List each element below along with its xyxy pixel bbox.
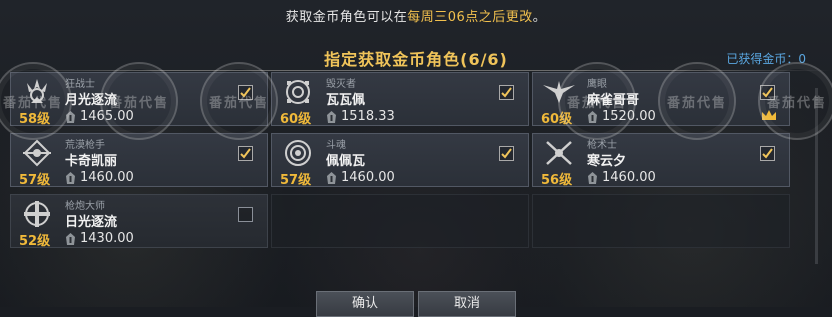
- character-name: 卡奇凯丽: [65, 154, 118, 169]
- character-class: 鹰眼: [587, 79, 607, 90]
- character-card-3[interactable]: 57级 荒漠枪手 卡奇凯丽 1460.00: [10, 133, 268, 188]
- character-level: 52级: [19, 234, 51, 249]
- character-gold: 1518.33: [326, 109, 395, 124]
- character-class: 荒漠枪手: [65, 140, 105, 151]
- soul-fist-emblem-icon: [280, 138, 316, 168]
- dialog-title: 指定获取金币角色(6/6): [324, 50, 508, 69]
- character-gold: 1460.00: [326, 170, 395, 185]
- character-class: 狂战士: [65, 79, 95, 90]
- character-checkbox[interactable]: [760, 146, 775, 161]
- checkmark-icon: [762, 148, 773, 159]
- gold-obtained-label: 已获得金币：: [726, 52, 799, 66]
- gold-value: 1430.00: [80, 231, 134, 246]
- berserker-emblem-icon: [19, 77, 55, 107]
- gold-value: 1520.00: [602, 109, 656, 124]
- notice-highlight: 每周三06点之后更改: [407, 10, 533, 25]
- gold-helmet-icon: [327, 171, 336, 184]
- character-name: 月光逐流: [65, 93, 118, 108]
- character-name: 寒云夕: [587, 154, 627, 169]
- character-class: 枪炮大师: [65, 201, 105, 212]
- empty-slot: [532, 194, 790, 248]
- character-card-1[interactable]: 60级 毁灭者 瓦瓦佩 1518.33: [271, 72, 529, 127]
- gold-helmet-icon: [66, 232, 75, 245]
- gold-value: 1518.33: [341, 109, 395, 124]
- gold-helmet-icon: [66, 110, 75, 123]
- character-gold: 1460.00: [65, 170, 134, 185]
- hawkeye-emblem-icon: [541, 77, 577, 107]
- character-gold: 1460.00: [587, 170, 656, 185]
- checkmark-icon: [240, 148, 251, 159]
- character-level: 57级: [280, 173, 312, 188]
- character-level: 57级: [19, 173, 51, 188]
- gold-helmet-icon: [327, 110, 336, 123]
- character-name: 瓦瓦佩: [326, 93, 366, 108]
- empty-slot: [271, 194, 529, 248]
- character-name: 麻雀哥哥: [587, 93, 640, 108]
- lancer-emblem-icon: [541, 138, 577, 168]
- character-name: 佩佩瓦: [326, 154, 366, 169]
- character-name: 日光逐流: [65, 215, 118, 230]
- character-gold: 1520.00: [587, 109, 656, 124]
- character-checkbox[interactable]: [238, 207, 253, 222]
- list-scrollbar[interactable]: [815, 88, 818, 264]
- character-checkbox[interactable]: [499, 146, 514, 161]
- confirm-button[interactable]: 确认: [316, 291, 414, 317]
- checkmark-icon: [501, 148, 512, 159]
- character-gold: 1430.00: [65, 231, 134, 246]
- character-card-6[interactable]: 52级 枪炮大师 日光逐流 1430.00: [10, 194, 268, 249]
- checkmark-icon: [501, 87, 512, 98]
- gold-helmet-icon: [588, 110, 597, 123]
- crown-icon: [762, 110, 776, 120]
- gunslinger-emblem-icon: [19, 138, 55, 168]
- gold-value: 1460.00: [80, 170, 134, 185]
- cancel-button[interactable]: 取消: [418, 291, 516, 317]
- character-checkbox[interactable]: [238, 85, 253, 100]
- gold-obtained: 已获得金币：0: [726, 50, 806, 67]
- character-level: 58级: [19, 112, 51, 127]
- gold-obtained-value: 0: [798, 52, 806, 66]
- character-card-4[interactable]: 57级 斗魂 佩佩瓦 1460.00: [271, 133, 529, 188]
- notice-prefix: 获取金币角色可以在: [285, 10, 408, 25]
- title-divider: [0, 70, 832, 71]
- gold-value: 1465.00: [80, 109, 134, 124]
- character-level: 56级: [541, 173, 573, 188]
- character-card-0[interactable]: 58级 狂战士 月光逐流 1465.00: [10, 72, 268, 127]
- character-checkbox[interactable]: [499, 85, 514, 100]
- checkmark-icon: [762, 87, 773, 98]
- character-class: 毁灭者: [326, 79, 356, 90]
- character-class: 枪术士: [587, 140, 617, 151]
- change-notice: 获取金币角色可以在每周三06点之后更改。: [0, 6, 832, 25]
- notice-suffix: 。: [532, 10, 547, 25]
- character-card-2[interactable]: 60级 鹰眼 麻雀哥哥 1520.00: [532, 72, 790, 127]
- checkmark-icon: [240, 87, 251, 98]
- character-class: 斗魂: [326, 140, 346, 151]
- character-checkbox[interactable]: [238, 146, 253, 161]
- destroyer-emblem-icon: [280, 77, 316, 107]
- gold-value: 1460.00: [341, 170, 395, 185]
- character-level: 60级: [541, 112, 573, 127]
- character-level: 60级: [280, 112, 312, 127]
- character-gold: 1465.00: [65, 109, 134, 124]
- gold-value: 1460.00: [602, 170, 656, 185]
- character-checkbox[interactable]: [760, 85, 775, 100]
- gold-helmet-icon: [66, 171, 75, 184]
- artillerist-emblem-icon: [19, 199, 55, 229]
- gold-helmet-icon: [588, 171, 597, 184]
- character-card-5[interactable]: 56级 枪术士 寒云夕 1460.00: [532, 133, 790, 188]
